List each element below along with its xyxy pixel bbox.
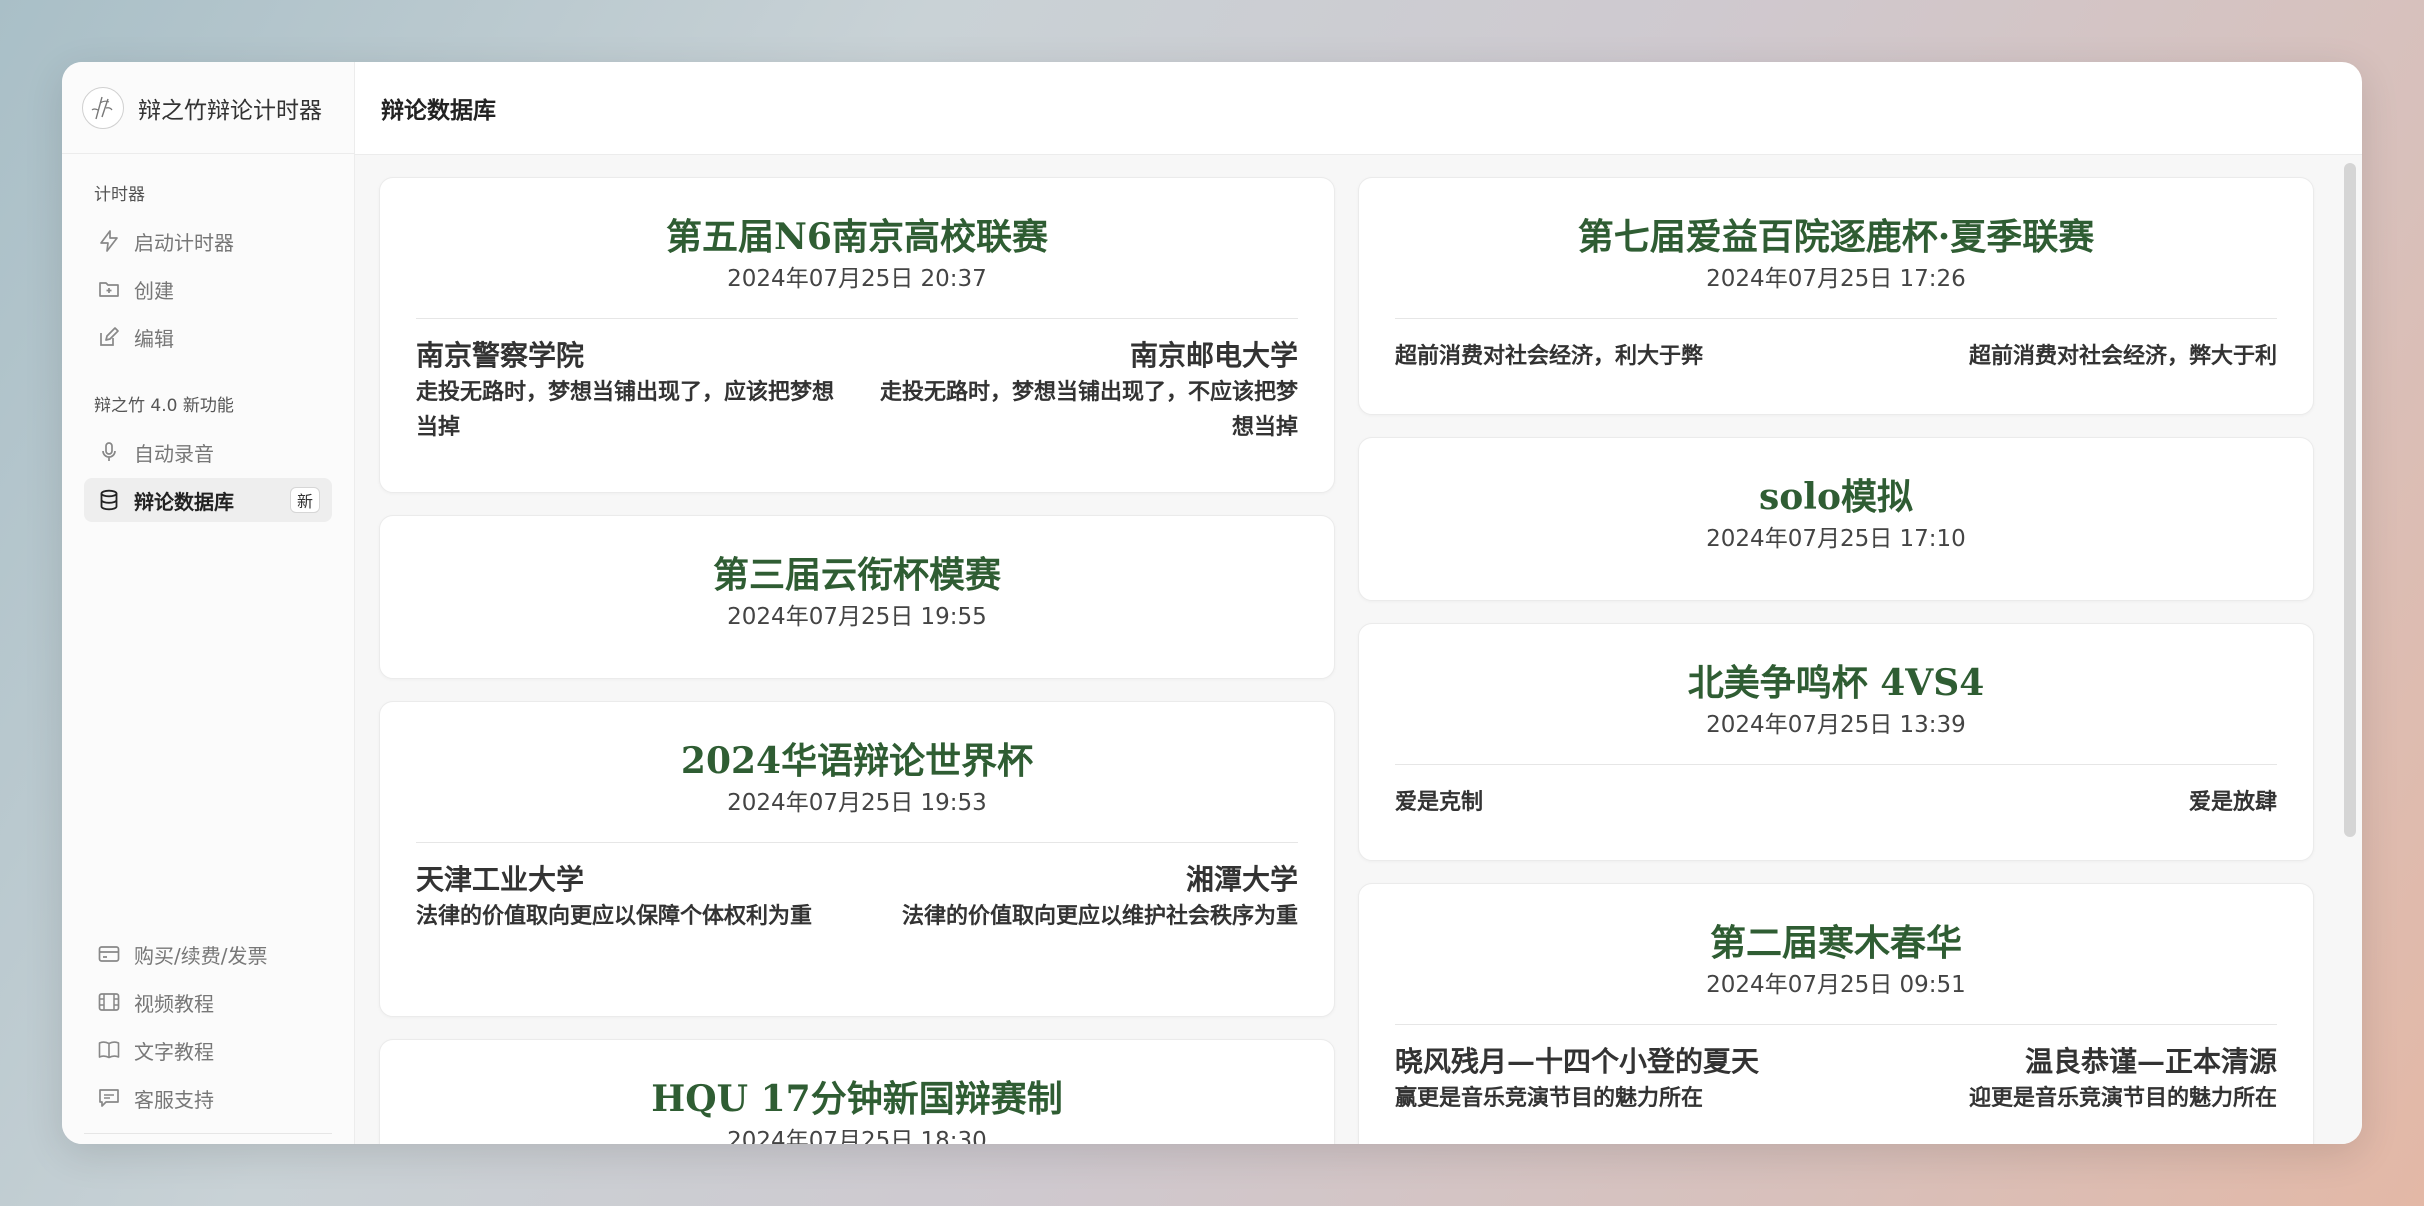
- right-column: 第七届爱益百院逐鹿杯·夏季联赛 2024年07月25日 17:26 超前消费对社…: [1358, 177, 2314, 1144]
- pro-side: 南京警察学院 走投无路时，梦想当铺出现了，应该把梦想当掉: [416, 337, 839, 445]
- debate-title: 第三届云衔杯模赛: [712, 554, 1001, 596]
- debate-card[interactable]: 北美争鸣杯 4VS4 2024年07月25日 13:39 爱是克制 爱是放肆: [1358, 623, 2314, 861]
- debate-sides: 天津工业大学 法律的价值取向更应以保障个体权利为重 湘潭大学 法律的价值取向更应…: [416, 843, 1298, 934]
- book-icon: [96, 1037, 122, 1063]
- app-window: 辩之竹辩论计时器 计时器 启动计时器 创建 编辑 辩之竹 4.0 新功能 自动录…: [62, 62, 2362, 1144]
- sidebar-item-debate-database[interactable]: 辩论数据库 新: [84, 478, 332, 522]
- sidebar-item-label: 文字教程: [134, 1039, 214, 1064]
- con-topic: 迎更是音乐竞演节目的魅力所在: [1968, 1085, 2277, 1111]
- con-side: 超前消费对社会经济，弊大于利: [1854, 337, 2277, 374]
- debate-time: 2024年07月25日 17:10: [1706, 526, 1966, 552]
- debate-sides: 晓风残月—十四个小登的夏天 赢更是音乐竞演节目的魅力所在 温良恭谨—正本清源 迎…: [1395, 1025, 2277, 1116]
- debate-sides: 爱是克制 爱是放肆: [1395, 765, 2277, 820]
- debate-card[interactable]: solo模拟 2024年07月25日 17:10: [1358, 437, 2314, 601]
- debate-time: 2024年07月25日 13:39: [1706, 712, 1966, 738]
- pro-team: 南京警察学院: [416, 339, 585, 372]
- debate-time: 2024年07月25日 19:55: [727, 604, 987, 630]
- debate-title: 第五届N6南京高校联赛: [666, 216, 1048, 258]
- pro-side: 超前消费对社会经济，利大于弊: [1395, 337, 1818, 374]
- sidebar-item-purchase[interactable]: 购买/续费/发票: [84, 932, 332, 976]
- card-icon: [96, 941, 122, 967]
- section-title-new-features: 辩之竹 4.0 新功能: [94, 396, 234, 416]
- folder-plus-icon: [96, 276, 122, 302]
- lightning-icon: [96, 228, 122, 254]
- sidebar-item-support[interactable]: 客服支持: [84, 1076, 332, 1120]
- debate-sides: 超前消费对社会经济，利大于弊 超前消费对社会经济，弊大于利: [1395, 319, 2277, 374]
- bamboo-logo-icon: [82, 86, 124, 129]
- con-side: 温良恭谨—正本清源 迎更是音乐竞演节目的魅力所在: [1854, 1043, 2277, 1116]
- con-side: 湘潭大学 法律的价值取向更应以维护社会秩序为重: [875, 861, 1298, 934]
- new-badge: 新: [289, 487, 320, 513]
- pro-topic: 爱是克制: [1395, 789, 1484, 815]
- pro-topic: 法律的价值取向更应以保障个体权利为重: [416, 903, 813, 929]
- sidebar-item-label: 视频教程: [134, 991, 214, 1016]
- con-team: 湘潭大学: [1185, 863, 1298, 896]
- con-team: 温良恭谨—正本清源: [2024, 1045, 2277, 1078]
- sidebar-item-create[interactable]: 创建: [84, 267, 332, 311]
- debate-time: 2024年07月25日 19:53: [727, 790, 987, 816]
- sidebar-item-label: 购买/续费/发票: [134, 943, 268, 968]
- debate-title: HQU 17分钟新国辩赛制: [651, 1078, 1063, 1120]
- pro-side: 爱是克制: [1395, 783, 1818, 820]
- pro-topic: 超前消费对社会经济，利大于弊: [1395, 343, 1704, 369]
- debate-title: 第七届爱益百院逐鹿杯·夏季联赛: [1577, 216, 2095, 258]
- debate-title: 第二届寒木春华: [1709, 922, 1962, 964]
- debate-card[interactable]: 2024华语辩论世界杯 2024年07月25日 19:53 天津工业大学 法律的…: [379, 701, 1335, 1017]
- chat-icon: [96, 1085, 122, 1111]
- edit-icon: [96, 324, 122, 350]
- brand[interactable]: 辩之竹辩论计时器: [62, 62, 354, 154]
- con-topic: 超前消费对社会经济，弊大于利: [1968, 343, 2277, 369]
- page-title: 辩论数据库: [381, 98, 496, 124]
- sidebar-item-label: 创建: [134, 278, 174, 303]
- sidebar-item-edit[interactable]: 编辑: [84, 315, 332, 359]
- debate-card[interactable]: 第五届N6南京高校联赛 2024年07月25日 20:37 南京警察学院 走投无…: [379, 177, 1335, 493]
- debate-title: solo模拟: [1759, 476, 1913, 518]
- con-side: 南京邮电大学 走投无路时，梦想当铺出现了，不应该把梦想当掉: [875, 337, 1298, 445]
- microphone-icon: [96, 439, 122, 465]
- debate-time: 2024年07月25日 09:51: [1706, 972, 1966, 998]
- sidebar-item-video-tutorial[interactable]: 视频教程: [84, 980, 332, 1024]
- divider: [84, 1133, 332, 1134]
- con-team: 南京邮电大学: [1129, 339, 1298, 372]
- sidebar-item-label: 辩论数据库: [134, 489, 234, 514]
- film-icon: [96, 989, 122, 1015]
- debate-card[interactable]: 第二届寒木春华 2024年07月25日 09:51 晓风残月—十四个小登的夏天 …: [1358, 883, 2314, 1144]
- debate-title: 北美争鸣杯 4VS4: [1687, 662, 1985, 704]
- con-topic: 爱是放肆: [2188, 789, 2277, 815]
- sidebar: 辩之竹辩论计时器 计时器 启动计时器 创建 编辑 辩之竹 4.0 新功能 自动录…: [62, 62, 355, 1144]
- sidebar-item-auto-record[interactable]: 自动录音: [84, 430, 332, 474]
- debate-title: 2024华语辩论世界杯: [680, 740, 1034, 782]
- app-name: 辩之竹辩论计时器: [138, 97, 322, 124]
- con-topic: 法律的价值取向更应以维护社会秩序为重: [901, 903, 1298, 929]
- sidebar-item-label: 客服支持: [134, 1087, 214, 1112]
- debate-time: 2024年07月25日 17:26: [1706, 266, 1966, 292]
- debate-card[interactable]: 第三届云衔杯模赛 2024年07月25日 19:55: [379, 515, 1335, 679]
- pro-topic: 走投无路时，梦想当铺出现了，应该把梦想当掉: [416, 379, 835, 440]
- sidebar-bottom: 购买/续费/发票 视频教程 文字教程 客服支持: [62, 928, 354, 1124]
- pro-side: 天津工业大学 法律的价值取向更应以保障个体权利为重: [416, 861, 839, 934]
- sidebar-item-label: 编辑: [134, 326, 174, 351]
- debate-card[interactable]: 第七届爱益百院逐鹿杯·夏季联赛 2024年07月25日 17:26 超前消费对社…: [1358, 177, 2314, 415]
- pro-topic: 赢更是音乐竞演节目的魅力所在: [1395, 1085, 1704, 1111]
- vertical-scrollbar[interactable]: [2344, 163, 2356, 837]
- pro-team: 天津工业大学: [416, 863, 585, 896]
- sidebar-item-label: 自动录音: [134, 441, 214, 466]
- debate-database-list: 第五届N6南京高校联赛 2024年07月25日 20:37 南京警察学院 走投无…: [355, 155, 2362, 1144]
- page-header: 辩论数据库: [355, 62, 2362, 155]
- debate-sides: 南京警察学院 走投无路时，梦想当铺出现了，应该把梦想当掉 南京邮电大学 走投无路…: [416, 319, 1298, 445]
- debate-time: 2024年07月25日 20:37: [727, 266, 987, 292]
- sidebar-item-start-timer[interactable]: 启动计时器: [84, 219, 332, 263]
- section-title-timer: 计时器: [94, 185, 145, 205]
- debate-card[interactable]: HQU 17分钟新国辩赛制 2024年07月25日 18:30: [379, 1039, 1335, 1144]
- con-topic: 走投无路时，梦想当铺出现了，不应该把梦想当掉: [879, 379, 1298, 440]
- left-column: 第五届N6南京高校联赛 2024年07月25日 20:37 南京警察学院 走投无…: [379, 177, 1335, 1144]
- sidebar-item-label: 启动计时器: [134, 230, 234, 255]
- database-icon: [96, 487, 122, 513]
- con-side: 爱是放肆: [1854, 783, 2277, 820]
- pro-side: 晓风残月—十四个小登的夏天 赢更是音乐竞演节目的魅力所在: [1395, 1043, 1818, 1116]
- sidebar-item-text-tutorial[interactable]: 文字教程: [84, 1028, 332, 1072]
- pro-team: 晓风残月—十四个小登的夏天: [1395, 1045, 1760, 1078]
- debate-time: 2024年07月25日 18:30: [727, 1128, 987, 1144]
